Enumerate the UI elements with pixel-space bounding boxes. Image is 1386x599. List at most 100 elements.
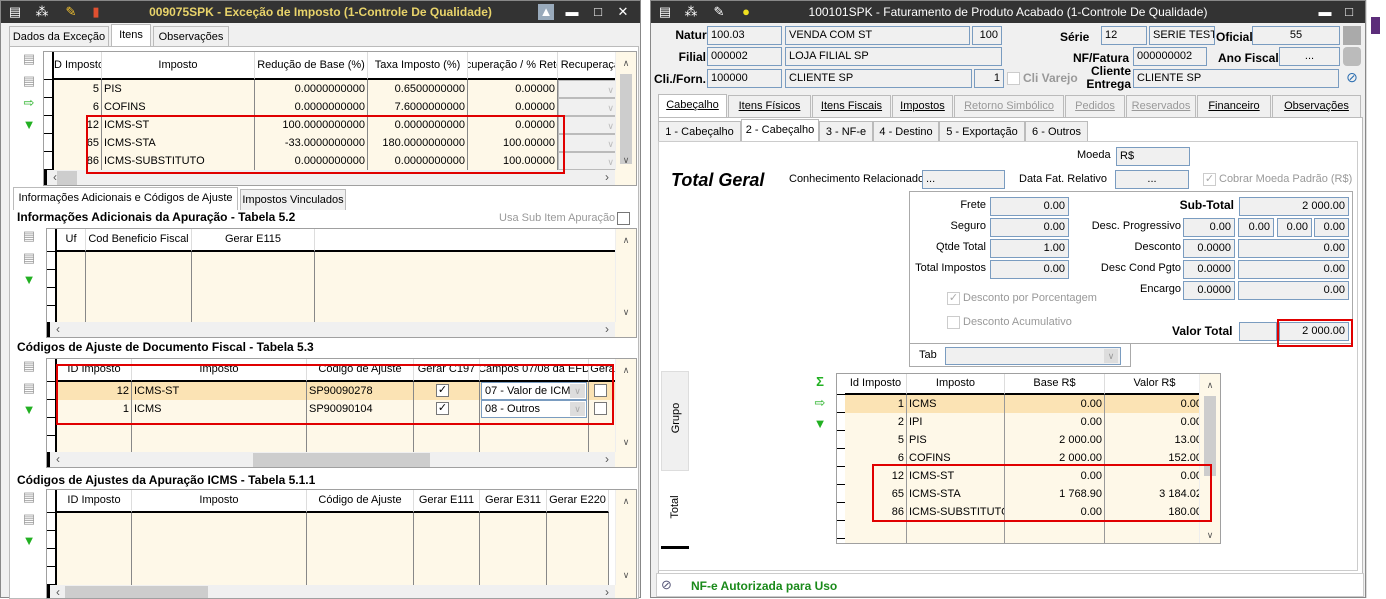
column-header[interactable]: Gerar E115: [192, 229, 315, 252]
image-icon[interactable]: ▲: [538, 4, 554, 20]
grid-cell[interactable]: ✓: [414, 382, 480, 400]
column-header[interactable]: Imposto: [907, 374, 1005, 395]
grid-cell[interactable]: 0.00000: [468, 80, 558, 98]
grid-cell[interactable]: ∨: [558, 152, 617, 170]
desconto-pct-field[interactable]: 0.0000: [1183, 239, 1235, 258]
grid-cell[interactable]: IPI: [907, 413, 1005, 431]
grid-cell[interactable]: 0.00: [1105, 413, 1205, 431]
column-header[interactable]: ID Imposto: [54, 52, 102, 80]
menu-icon[interactable]: ▤: [657, 4, 673, 20]
serie-field[interactable]: 12: [1101, 26, 1147, 45]
grid-cell[interactable]: [589, 418, 617, 436]
grid-cell[interactable]: [547, 531, 609, 549]
grid-cell[interactable]: ICMS-ST: [907, 467, 1005, 485]
grid-cell[interactable]: 07 - Valor de ICMS ∨: [480, 382, 589, 400]
grid-cell[interactable]: [589, 400, 617, 418]
remove-row-icon[interactable]: ▤: [21, 73, 37, 89]
scroll-right-icon[interactable]: ›: [605, 585, 609, 598]
grid-cell[interactable]: [57, 549, 132, 567]
campos-efd-select[interactable]: 07 - Valor de ICMS ∨: [481, 382, 587, 400]
grid-cell[interactable]: 12: [845, 467, 907, 485]
column-header[interactable]: Uf: [57, 229, 86, 252]
row-indicator[interactable]: [47, 270, 57, 288]
grid-cell[interactable]: [192, 288, 315, 306]
grid-cell[interactable]: 0.00: [1005, 413, 1105, 431]
vertical-scrollbar[interactable]: ∧ ∨: [615, 490, 636, 585]
grid-cell[interactable]: [307, 531, 414, 549]
filial-code-field[interactable]: 000002: [707, 47, 782, 66]
traffic-light-icon[interactable]: ⁂: [683, 4, 699, 20]
vertical-scrollbar[interactable]: ∧ ∨: [615, 359, 636, 452]
serie-desc-field[interactable]: SERIE TESTE 01.1: [1149, 26, 1215, 45]
remove-row-icon[interactable]: ▤: [21, 250, 37, 266]
close-icon[interactable]: ✕: [615, 4, 631, 20]
grid-cell[interactable]: [307, 567, 414, 585]
grid-cell[interactable]: [589, 382, 617, 400]
column-header[interactable]: ID Imposto: [57, 490, 132, 513]
grid-cell[interactable]: COFINS: [907, 449, 1005, 467]
tab-itens-f-sicos[interactable]: Itens Físicos: [728, 95, 811, 117]
maximize-icon[interactable]: □: [1341, 4, 1357, 20]
grid-cell[interactable]: [315, 270, 617, 288]
grid-cell[interactable]: [307, 549, 414, 567]
remove-row-icon[interactable]: ▤: [21, 511, 37, 527]
grid-cell[interactable]: SP90090104: [307, 400, 414, 418]
frete-field[interactable]: 0.00: [990, 197, 1069, 216]
row-indicator[interactable]: [47, 549, 57, 567]
grid-cell[interactable]: [57, 252, 86, 270]
grid-cell[interactable]: ICMS-ST: [102, 116, 255, 134]
cliente-entrega-field[interactable]: CLIENTE SP: [1133, 69, 1339, 88]
grid-cell[interactable]: [57, 288, 86, 306]
grid-cell[interactable]: 08 - Outros ∨: [480, 400, 589, 418]
column-header[interactable]: Gerar E111: [414, 490, 480, 513]
grid-cell[interactable]: ICMS-ST: [132, 382, 307, 400]
column-header[interactable]: Campos 07/08 da EFD: [480, 359, 589, 382]
column-header[interactable]: Código de Ajuste: [307, 359, 414, 382]
grid-cell[interactable]: [57, 531, 132, 549]
export-icon[interactable]: ⇨: [21, 95, 37, 111]
wrench-icon[interactable]: ✎: [711, 4, 727, 20]
subtab-3[interactable]: 3 - NF-e: [819, 121, 873, 142]
tab-dados-excecao[interactable]: Dados da Exceção: [9, 26, 109, 47]
tab-impostos-vinculados[interactable]: Impostos Vinculados: [240, 189, 346, 210]
nf-fatura-field[interactable]: 000000002: [1133, 47, 1207, 66]
vertical-scrollbar[interactable]: ∧ ∨: [1199, 374, 1220, 543]
scroll-left-icon[interactable]: ‹: [56, 322, 60, 336]
grid-cell[interactable]: ICMS: [132, 400, 307, 418]
grid-cell[interactable]: 0.6500000000: [368, 80, 468, 98]
sub-total-field[interactable]: 2 000.00: [1239, 197, 1349, 216]
scroll-right-icon[interactable]: ›: [605, 170, 609, 184]
scroll-thumb[interactable]: [57, 171, 77, 185]
desc-progressivo-field[interactable]: 0.00: [1238, 218, 1274, 237]
grid-cell[interactable]: ICMS-SUBSTITUTO: [102, 152, 255, 170]
filter-down-icon[interactable]: ▼: [812, 416, 828, 432]
grid-cell[interactable]: 100.00000: [468, 134, 558, 152]
tab-itens-fiscais[interactable]: Itens Fiscais: [812, 95, 891, 117]
cli-desc-field[interactable]: CLIENTE SP: [785, 69, 972, 88]
add-row-icon[interactable]: ▤: [21, 489, 37, 505]
row-indicator[interactable]: [47, 567, 57, 585]
column-header[interactable]: Gerar C197: [414, 359, 480, 382]
grid-cell[interactable]: [1005, 521, 1105, 539]
menu-icon[interactable]: ▤: [7, 4, 23, 20]
grid-cell[interactable]: PIS: [102, 80, 255, 98]
export-icon[interactable]: ⇨: [812, 395, 828, 411]
column-header[interactable]: Gerar E220: [547, 490, 609, 513]
nfe-icon[interactable]: ⊘: [1343, 69, 1361, 88]
scroll-up-icon[interactable]: ∧: [1200, 380, 1220, 391]
grid-cell[interactable]: 0.0000000000: [255, 80, 368, 98]
gray-icon[interactable]: [1343, 47, 1361, 66]
cli-varejo-checkbox[interactable]: [1007, 72, 1020, 85]
grid-cell[interactable]: 0.0000000000: [368, 152, 468, 170]
gera-checkbox[interactable]: [594, 402, 607, 415]
grid-cell[interactable]: 0.00: [1005, 395, 1105, 413]
column-header[interactable]: % Recuperação: [558, 52, 617, 80]
grid-cell[interactable]: 65: [54, 134, 102, 152]
grid-cell[interactable]: ICMS-SUBSTITUTO: [907, 503, 1005, 521]
subtab-6[interactable]: 6 - Outros: [1025, 121, 1088, 142]
grid-cell[interactable]: 5: [54, 80, 102, 98]
cobrar-moeda-checkbox[interactable]: ✓: [1203, 173, 1216, 186]
grid-cell[interactable]: 65: [845, 485, 907, 503]
filter-down-icon[interactable]: ▼: [21, 533, 37, 549]
natureza-code-field[interactable]: 100.03: [707, 26, 782, 45]
